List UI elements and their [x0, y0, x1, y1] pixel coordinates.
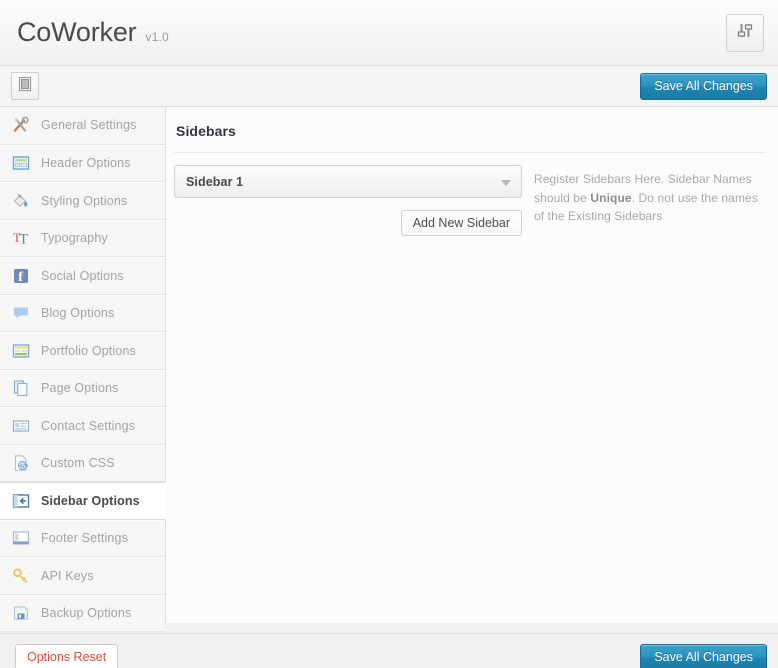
tools-icon [12, 116, 30, 134]
sidebar-item-label: Footer Settings [41, 531, 129, 546]
sliders-icon [735, 21, 755, 46]
save-all-changes-button-bottom[interactable]: Save All Changes [640, 644, 767, 668]
sidebar-item-styling-options[interactable]: Styling Options [0, 182, 165, 220]
add-sidebar-row: Add New Sidebar [174, 198, 522, 236]
svg-text:</>: </> [20, 464, 29, 470]
sidebar-item-blog-options[interactable]: Blog Options [0, 294, 165, 332]
sidebar-item-label: Typography [41, 231, 108, 246]
version-badge: v1.0 [145, 30, 169, 44]
add-new-sidebar-button[interactable]: Add New Sidebar [400, 210, 522, 236]
footer-bar: Options Reset Save All Changes [0, 633, 778, 668]
sidebar-item-label: Social Options [41, 268, 124, 283]
code-file-icon: </> [12, 454, 30, 472]
sidebar-item-label: API Keys [41, 568, 94, 583]
help-text-emphasis: Unique [590, 190, 632, 205]
sidebar-help-text: Register Sidebars Here. Sidebar Names sh… [534, 170, 764, 226]
sidebar-item-label: Custom CSS [41, 456, 115, 471]
save-disk-icon [12, 604, 30, 622]
sidebar-item-typography[interactable]: T T Typography [0, 219, 165, 257]
page-title: CoWorker [17, 17, 137, 47]
sidebar-item-label: Header Options [41, 156, 131, 171]
save-all-changes-button-top[interactable]: Save All Changes [640, 73, 767, 100]
sidebar-help: Register Sidebars Here. Sidebar Names sh… [522, 165, 778, 236]
sidebar-item-sidebar-options[interactable]: Sidebar Options [0, 482, 166, 520]
sidebar-item-contact-settings[interactable]: Contact Settings [0, 407, 165, 445]
svg-text:f: f [18, 270, 23, 285]
sidebar-item-page-options[interactable]: Page Options [0, 369, 165, 407]
sidebar-item-backup-options[interactable]: Backup Options [0, 594, 165, 632]
chevron-down-icon [501, 179, 511, 186]
text-type-icon: T T [12, 229, 30, 247]
sidebar-item-label: Backup Options [41, 606, 132, 621]
sidebar-item-label: Styling Options [41, 193, 128, 208]
sliders-icon-button[interactable] [726, 14, 764, 52]
footer-layout-icon [12, 529, 30, 547]
sidebar-item-social-options[interactable]: f Social Options [0, 257, 165, 295]
sidebar-item-label: Page Options [41, 381, 119, 396]
header-layout-icon [12, 154, 30, 172]
brand: CoWorker v1.0 [0, 19, 169, 46]
app-header: CoWorker v1.0 [0, 0, 778, 66]
sidebar-nav: General Settings Header Options Styling … [0, 107, 166, 632]
sidebar-select-value: Sidebar 1 [186, 174, 244, 189]
options-reset-button[interactable]: Options Reset [15, 643, 119, 668]
sidebar-panel-icon [12, 492, 30, 510]
panel-toggle-icon [16, 75, 34, 98]
body: General Settings Header Options Styling … [0, 107, 778, 632]
svg-text:T: T [19, 232, 28, 248]
toolbar: Save All Changes [0, 66, 778, 107]
portfolio-grid-icon [12, 342, 30, 360]
panel-toggle-button[interactable] [11, 72, 39, 100]
sidebar-field-controls: Sidebar 1 Add New Sidebar [174, 165, 522, 236]
sidebar-item-general-settings[interactable]: General Settings [0, 107, 165, 145]
facebook-icon: f [12, 267, 30, 285]
sidebar-item-label: Portfolio Options [41, 343, 136, 358]
sidebar-item-footer-settings[interactable]: Footer Settings [0, 519, 165, 557]
sidebar-item-label: Contact Settings [41, 418, 136, 433]
options-panel-app: CoWorker v1.0 Save All Changes General S… [0, 0, 778, 668]
sidebar-item-label: General Settings [41, 118, 137, 133]
sidebar-select[interactable]: Sidebar 1 [174, 165, 522, 198]
key-icon [12, 567, 30, 585]
main-panel: Sidebars Sidebar 1 Add New Sidebar Regis… [166, 107, 778, 623]
sidebar-item-label: Sidebar Options [41, 493, 140, 508]
paint-bucket-icon [12, 192, 30, 210]
sidebar-item-portfolio-options[interactable]: Portfolio Options [0, 332, 165, 370]
sidebar-item-label: Blog Options [41, 306, 115, 321]
section-title: Sidebars [176, 123, 236, 139]
sidebar-item-header-options[interactable]: Header Options [0, 144, 165, 182]
speech-bubble-icon [12, 304, 30, 322]
sidebar-item-custom-css[interactable]: </> Custom CSS [0, 444, 165, 482]
pages-copy-icon [12, 379, 30, 397]
sidebar-item-api-keys[interactable]: API Keys [0, 557, 165, 595]
contact-card-icon [12, 417, 30, 435]
sidebar-field-row: Sidebar 1 Add New Sidebar Register Sideb… [166, 153, 778, 236]
